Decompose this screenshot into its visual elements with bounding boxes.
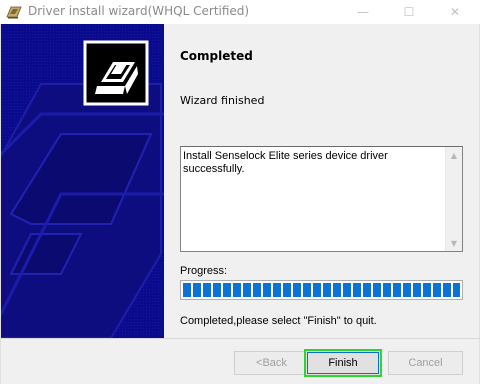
log-scrollbar[interactable]: ▲ ▼ (445, 147, 462, 251)
button-bar: <Back Finish Cancel (0, 338, 480, 384)
minimize-icon: — (357, 5, 369, 19)
printer-icon (83, 40, 149, 106)
page-subtitle: Wizard finished (180, 94, 265, 107)
cancel-button[interactable]: Cancel (388, 351, 463, 375)
scroll-up-icon[interactable]: ▲ (446, 147, 462, 163)
install-log-textbox[interactable]: Install Senselock Elite series device dr… (180, 146, 463, 252)
finish-button[interactable]: Finish (304, 349, 382, 377)
progress-label: Progress: (180, 265, 228, 277)
close-icon: ✕ (449, 5, 461, 19)
progress-bar-fill (183, 283, 460, 297)
scroll-down-icon[interactable]: ▼ (446, 235, 462, 251)
close-button[interactable]: ✕ (432, 0, 478, 24)
minimize-button[interactable]: — (340, 0, 386, 24)
wizard-side-banner (1, 24, 164, 338)
maximize-button[interactable]: ☐ (386, 0, 432, 24)
install-log-text: Install Senselock Elite series device dr… (183, 150, 388, 175)
window-title: Driver install wizard(WHQL Certified) (28, 4, 250, 18)
wizard-content: Completed Wizard finished Install Sensel… (164, 24, 479, 338)
back-button[interactable]: <Back (234, 351, 309, 375)
progress-bar (180, 280, 463, 300)
page-title: Completed (180, 49, 253, 63)
install-wizard-icon (6, 6, 22, 19)
printer-banner-graphic (1, 24, 164, 338)
maximize-icon: ☐ (403, 5, 415, 19)
title-bar: Driver install wizard(WHQL Certified) — … (0, 0, 480, 24)
completion-message: Completed,please select "Finish" to quit… (180, 315, 377, 327)
